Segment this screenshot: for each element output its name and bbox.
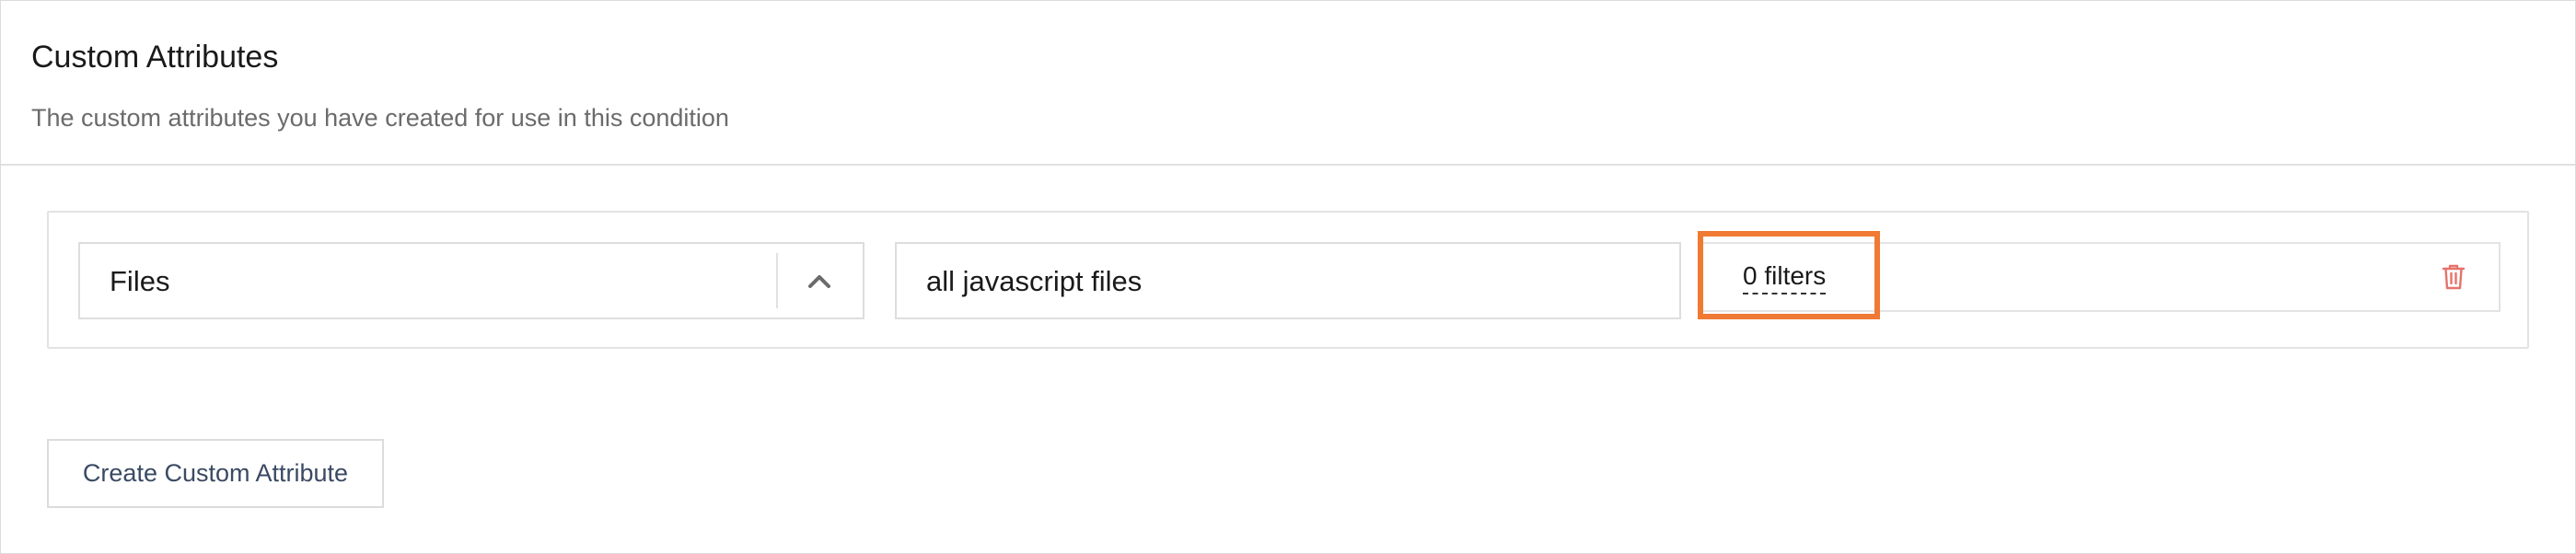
trash-icon[interactable] [2436,259,2471,295]
attribute-type-value: Files [110,265,170,297]
select-divider [776,253,778,308]
section-title: Custom Attributes [31,40,279,75]
custom-attributes-panel: Custom Attributes The custom attributes … [0,0,2576,554]
chevron-up-icon[interactable] [796,257,842,305]
filters-count-link[interactable]: 0 filters [1743,260,1827,294]
attribute-type-select[interactable]: Files [78,242,864,319]
attribute-name-value: all javascript files [926,265,1143,297]
attribute-name-field[interactable]: all javascript files [895,242,1681,319]
section-description: The custom attributes you have created f… [31,104,729,132]
create-custom-attribute-button[interactable]: Create Custom Attribute [47,439,384,508]
panel-header: Custom Attributes The custom attributes … [1,1,2575,166]
